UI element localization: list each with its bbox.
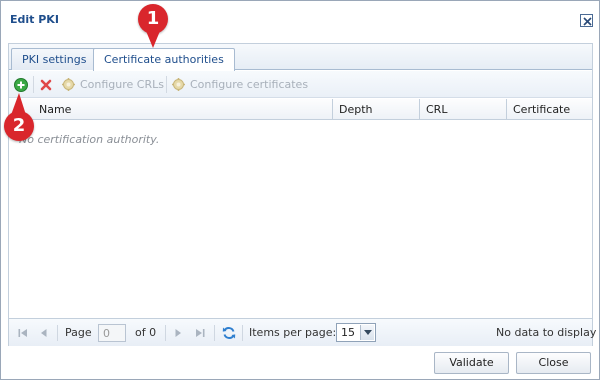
close-icon[interactable] bbox=[580, 14, 593, 27]
page-count-label: of 0 bbox=[135, 326, 157, 339]
column-header-name[interactable]: Name bbox=[33, 99, 333, 120]
items-per-page-value: 15 bbox=[341, 326, 355, 339]
column-header-depth[interactable]: Depth bbox=[333, 99, 420, 120]
gear-icon bbox=[62, 78, 75, 91]
first-page-icon[interactable] bbox=[17, 327, 29, 339]
pager-separator bbox=[57, 325, 58, 341]
pager-separator bbox=[242, 325, 243, 341]
dialog-titlebar: Edit PKI bbox=[1, 1, 599, 37]
configure-crls-label: Configure CRLs bbox=[80, 78, 164, 91]
add-icon[interactable] bbox=[14, 78, 28, 92]
grid-header: Name Depth CRL Certificate bbox=[9, 99, 592, 120]
column-header-crl[interactable]: CRL bbox=[420, 99, 507, 120]
callout-badge-2: 2 bbox=[4, 111, 34, 141]
next-page-icon[interactable] bbox=[172, 327, 184, 339]
configure-certificates-button[interactable]: Configure certificates bbox=[171, 75, 309, 94]
tab-strip: PKI settings Certificate authorities bbox=[9, 44, 592, 71]
page-number-input[interactable] bbox=[98, 324, 126, 342]
callout-pointer bbox=[11, 93, 26, 115]
configure-certificates-label: Configure certificates bbox=[190, 78, 309, 91]
grid-empty-message: No certification authority. bbox=[19, 133, 160, 146]
last-page-icon[interactable] bbox=[194, 327, 206, 339]
page-label: Page bbox=[65, 326, 92, 339]
edit-pki-dialog: Edit PKI PKI settings Certificate author… bbox=[0, 0, 600, 380]
close-button[interactable]: Close bbox=[516, 352, 591, 374]
tab-certificate-authorities[interactable]: Certificate authorities bbox=[93, 48, 235, 71]
previous-page-icon[interactable] bbox=[38, 327, 50, 339]
tab-pki-settings[interactable]: PKI settings bbox=[11, 48, 98, 70]
pager-status: No data to display bbox=[496, 326, 597, 339]
tab-panel: PKI settings Certificate authorities Con… bbox=[8, 43, 596, 346]
configure-crls-button[interactable]: Configure CRLs bbox=[61, 75, 166, 94]
pager-separator bbox=[165, 325, 166, 341]
toolbar-separator bbox=[33, 76, 34, 93]
refresh-icon[interactable] bbox=[222, 326, 236, 340]
column-header-certificate[interactable]: Certificate bbox=[507, 99, 592, 120]
validate-button[interactable]: Validate bbox=[434, 352, 509, 374]
items-per-page-label: Items per page: bbox=[249, 326, 337, 339]
pager-bar: Page of 0 Items per page: 15 bbox=[9, 318, 596, 346]
delete-icon[interactable] bbox=[39, 78, 53, 92]
toolbar-separator bbox=[166, 76, 167, 93]
dialog-title: Edit PKI bbox=[10, 13, 59, 26]
callout-badge-1: 1 bbox=[138, 4, 168, 34]
dropdown-arrow-icon[interactable] bbox=[360, 325, 374, 340]
callout-pointer bbox=[146, 31, 160, 48]
items-per-page-select[interactable]: 15 bbox=[336, 323, 376, 342]
gear-icon bbox=[172, 78, 185, 91]
pager-separator bbox=[214, 325, 215, 341]
toolbar: Configure CRLs Configure certificates bbox=[9, 71, 592, 98]
